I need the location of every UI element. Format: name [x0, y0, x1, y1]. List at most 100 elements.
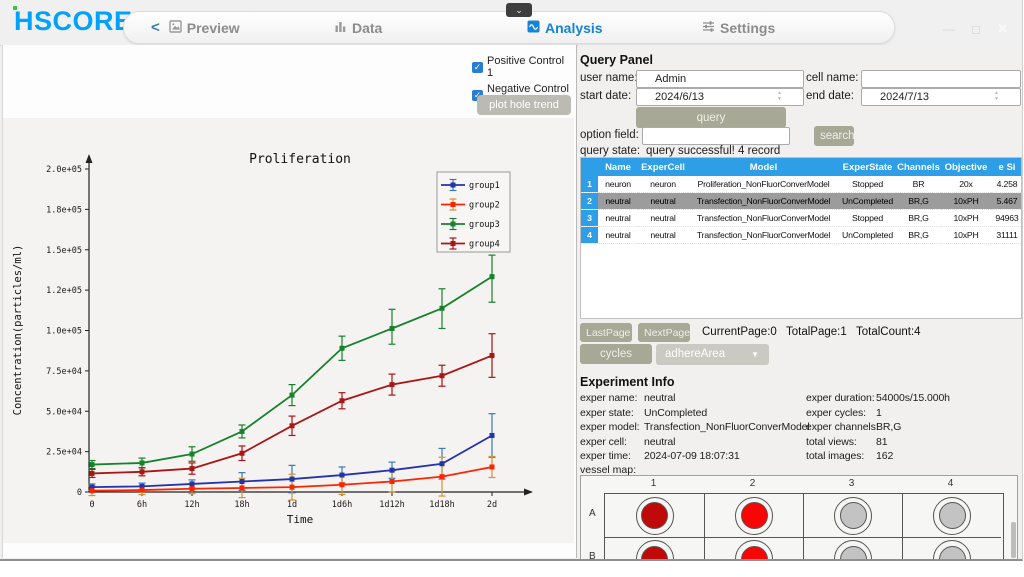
vessel-map: 1234AB [580, 475, 1018, 559]
cell-e_si: 5.467 [991, 193, 1022, 210]
table-row[interactable]: 2neutralneutralTransfection_NonFluorConv… [581, 193, 1022, 210]
svg-text:group1: group1 [469, 181, 500, 191]
svg-text:Proliferation: Proliferation [249, 152, 351, 167]
cell-name: neuron [598, 176, 638, 193]
option-field-label: option field: [580, 129, 639, 141]
spinner-down-icon[interactable]: ▼ [774, 96, 785, 102]
svg-text:18h: 18h [234, 500, 249, 510]
vessel-column-header: 2 [703, 478, 802, 489]
start-date-spinner[interactable]: ▲ ▼ [774, 90, 785, 102]
svg-text:0: 0 [77, 488, 82, 498]
cell-name: neutral [598, 193, 638, 210]
svg-text:group3: group3 [469, 220, 500, 230]
cell-exper_cell: neutral [638, 210, 688, 227]
svg-text:1d18h: 1d18h [429, 500, 455, 510]
collapse-chevron-button[interactable]: ⌄ [506, 3, 532, 17]
vessel-scrollbar[interactable] [1011, 522, 1016, 558]
svg-text:1.2e+05: 1.2e+05 [46, 286, 82, 296]
row-index: 2 [581, 193, 598, 210]
search-button[interactable]: search [814, 126, 854, 146]
col-channels: Channels [896, 158, 941, 176]
next-page-button[interactable]: NextPage [638, 323, 690, 342]
tab-analysis[interactable]: Analysis [527, 12, 603, 43]
col-model: Model [688, 158, 839, 176]
well-outer-ring [636, 540, 674, 559]
results-table-container[interactable]: Name ExperCell Model ExperState Channels… [580, 157, 1022, 319]
col-expercell: ExperCell [638, 158, 688, 176]
tab-preview[interactable]: < Preview [151, 12, 240, 43]
query-button[interactable]: query [636, 107, 786, 128]
info-label: exper model: [580, 421, 640, 433]
maximize-button[interactable]: ◻ [971, 22, 981, 36]
cycles-button[interactable]: cycles [580, 344, 652, 364]
chevron-down-icon: ⌄ [515, 5, 523, 16]
tab-settings-label: Settings [720, 20, 775, 36]
info-row: exper model:Transfection_NonFluorConverM… [578, 421, 1022, 436]
vessel-well-cell[interactable] [902, 494, 1001, 537]
end-date-spinner[interactable]: ▲ ▼ [991, 90, 1002, 102]
table-row[interactable]: 4neutralneutralTransfection_NonFluorConv… [581, 227, 1022, 244]
minimize-button[interactable]: — [943, 22, 955, 36]
info-value: UnCompleted [644, 407, 707, 419]
bar-chart-icon [334, 20, 347, 36]
tab-preview-label: Preview [187, 20, 240, 36]
vessel-well-cell[interactable] [704, 494, 803, 537]
query-state-value: query successful! 4 record [646, 145, 780, 157]
checkbox-check-icon: ✓ [472, 62, 483, 73]
vessel-column-header: 1 [604, 478, 703, 489]
tab-analysis-label: Analysis [545, 20, 603, 36]
cell-exper_cell: neuron [638, 176, 688, 193]
user-name-input[interactable] [636, 70, 804, 88]
positive-control-checkbox[interactable]: ✓ Positive Control 1 [472, 55, 572, 79]
app-logo: HSCORE [14, 6, 133, 37]
cell-exper_state: Stopped [839, 210, 896, 227]
cell-exper_cell: neutral [638, 227, 688, 244]
cell-name-input[interactable] [861, 70, 1021, 88]
svg-text:0: 0 [89, 500, 94, 510]
svg-text:1d6h: 1d6h [332, 500, 352, 510]
cell-model: Transfection_NonFluorConverModel [688, 227, 839, 244]
info-value: 54000s/15.000h [876, 392, 950, 404]
info-label: exper duration: [806, 392, 875, 404]
tab-data-label: Data [352, 20, 382, 36]
row-index: 1 [581, 176, 598, 193]
positive-control-label: Positive Control 1 [487, 55, 572, 79]
col-size: e Si [991, 158, 1022, 176]
svg-text:6h: 6h [137, 500, 147, 510]
area-dropdown[interactable]: adhereArea ▼ [656, 344, 769, 365]
info-value: 1 [876, 407, 882, 419]
last-page-button[interactable]: LastPage [580, 323, 632, 342]
spinner-down-icon[interactable]: ▼ [991, 96, 1002, 102]
close-button[interactable]: ✕ [997, 22, 1008, 36]
cell-channels: BR,G [896, 227, 941, 244]
option-field-input[interactable] [642, 127, 790, 145]
query-state-label: query state: [580, 145, 640, 157]
vessel-well-cell[interactable] [803, 537, 902, 559]
vessel-well-cell[interactable] [704, 537, 803, 559]
well [741, 546, 768, 560]
info-label: exper state: [580, 407, 634, 419]
svg-text:7.5e+04: 7.5e+04 [46, 367, 82, 377]
window-controls: — ◻ ✕ [943, 22, 1008, 36]
plot-hole-trend-button[interactable]: plot hole trend [477, 95, 571, 115]
table-row[interactable]: 3neutralneutralTransfection_NonFluorConv… [581, 210, 1022, 227]
vessel-well-cell[interactable] [803, 494, 902, 537]
info-row: exper time:2024-07-09 18:07:31total imag… [578, 450, 1022, 465]
cell-objective: 10xPH [941, 210, 991, 227]
vessel-well-cell[interactable] [902, 537, 1001, 559]
cell-exper_state: Stopped [839, 176, 896, 193]
vessel-row-label: B [589, 551, 596, 559]
back-arrow-icon[interactable]: < [151, 19, 160, 36]
image-icon [169, 20, 182, 36]
tab-settings[interactable]: Settings [702, 12, 775, 43]
vessel-column-header: 4 [901, 478, 1000, 489]
svg-text:1.5e+05: 1.5e+05 [46, 246, 82, 256]
vessel-well-cell[interactable] [605, 494, 704, 537]
app-window: HSCORE < Preview Data Analysis [0, 0, 1023, 561]
vessel-well-cell[interactable] [605, 537, 704, 559]
col-objective: Objective [941, 158, 991, 176]
tab-data[interactable]: Data [334, 12, 382, 43]
well-outer-ring [834, 497, 872, 535]
table-header-row: Name ExperCell Model ExperState Channels… [581, 158, 1022, 176]
table-row[interactable]: 1neuronneuronProliferation_NonFluorConve… [581, 176, 1022, 193]
